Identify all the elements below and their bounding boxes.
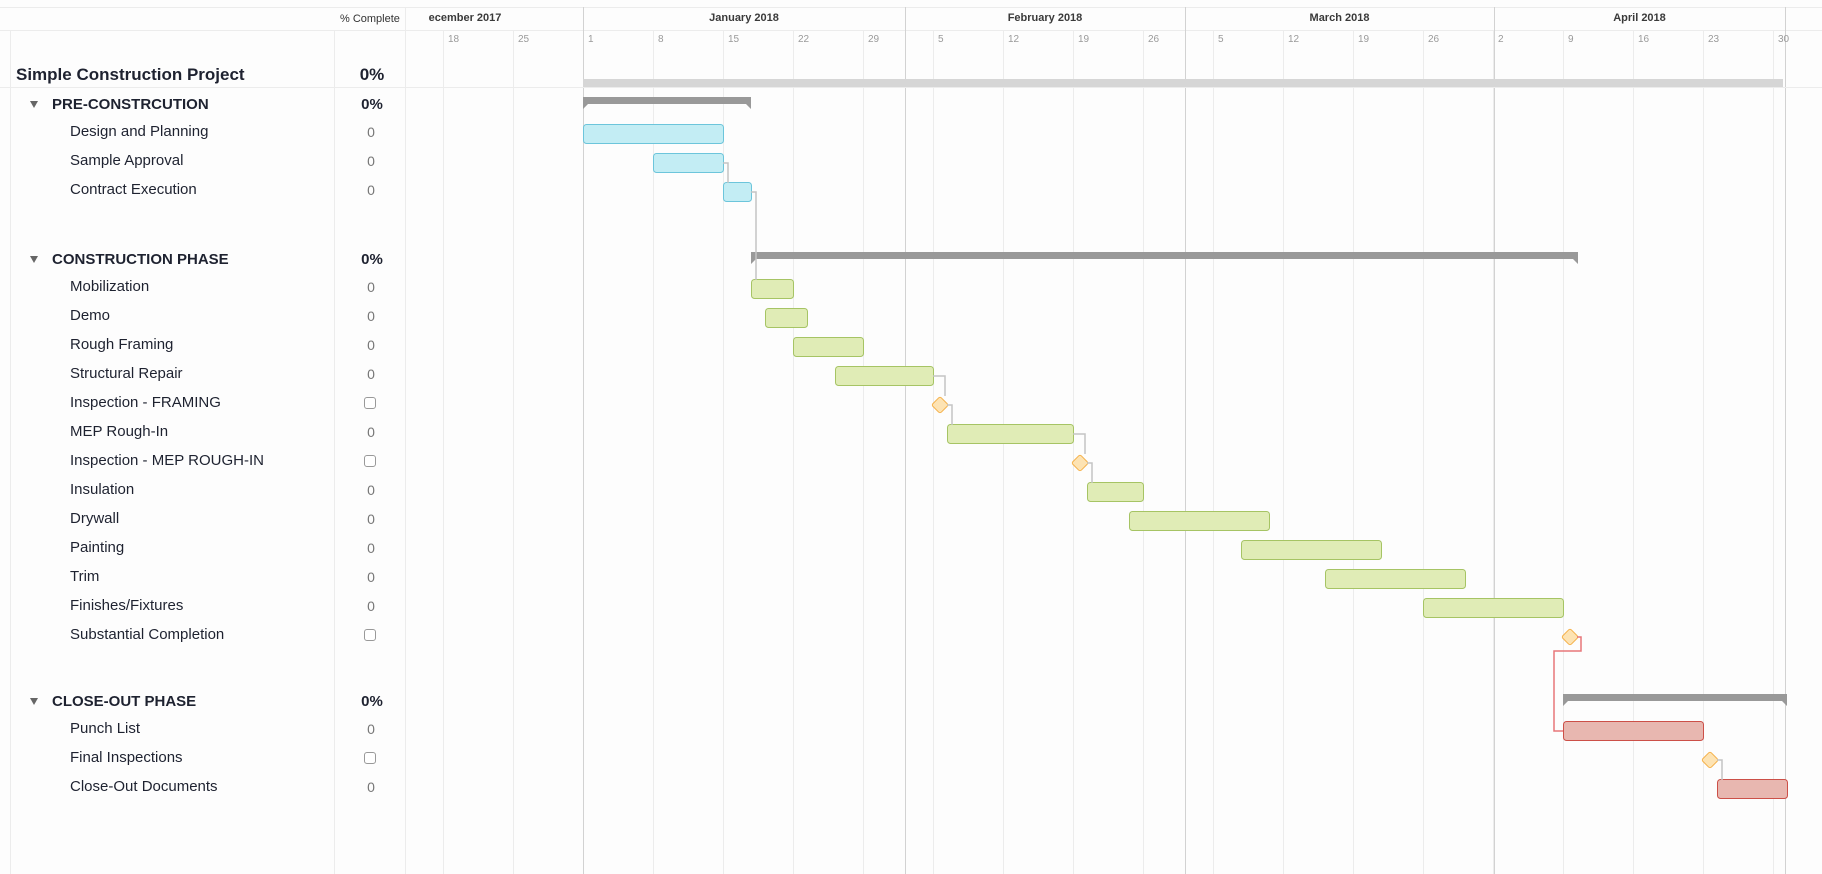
- dependency-connector[interactable]: [947, 404, 953, 425]
- task-bar[interactable]: [751, 279, 794, 299]
- gantt-chart: [583, 79, 1788, 799]
- task-bar[interactable]: [1717, 779, 1788, 799]
- phase-summary-bar[interactable]: [583, 97, 751, 109]
- project-summary-bar[interactable]: [583, 79, 1783, 87]
- task-bar[interactable]: [583, 124, 724, 144]
- task-bar[interactable]: [793, 337, 864, 357]
- milestone-diamond[interactable]: [1561, 628, 1579, 646]
- task-bar[interactable]: [1325, 569, 1466, 589]
- milestone-diamond[interactable]: [931, 396, 949, 414]
- dependency-connector[interactable]: [1087, 462, 1093, 483]
- dependency-connector[interactable]: [1073, 433, 1086, 454]
- task-bar[interactable]: [765, 308, 808, 328]
- task-bar[interactable]: [1423, 598, 1564, 618]
- phase-summary-bar[interactable]: [751, 252, 1578, 264]
- dependency-connector[interactable]: [933, 375, 946, 396]
- dependency-connector[interactable]: [1553, 636, 1582, 732]
- task-bar[interactable]: [653, 153, 724, 173]
- milestone-diamond[interactable]: [1071, 454, 1089, 472]
- task-bar[interactable]: [835, 366, 934, 386]
- task-bar[interactable]: [1087, 482, 1144, 502]
- dependency-connector[interactable]: [751, 191, 757, 280]
- phase-summary-bar[interactable]: [1563, 694, 1787, 706]
- task-bar[interactable]: [1129, 511, 1270, 531]
- gantt-view: % Complete ecember 2017 January 2018 Febru…: [0, 0, 1822, 874]
- task-bar[interactable]: [723, 182, 752, 202]
- task-bar[interactable]: [947, 424, 1074, 444]
- task-bar[interactable]: [1563, 721, 1704, 741]
- task-bar[interactable]: [1241, 540, 1382, 560]
- milestone-diamond[interactable]: [1701, 751, 1719, 769]
- dependency-connector[interactable]: [1717, 759, 1723, 780]
